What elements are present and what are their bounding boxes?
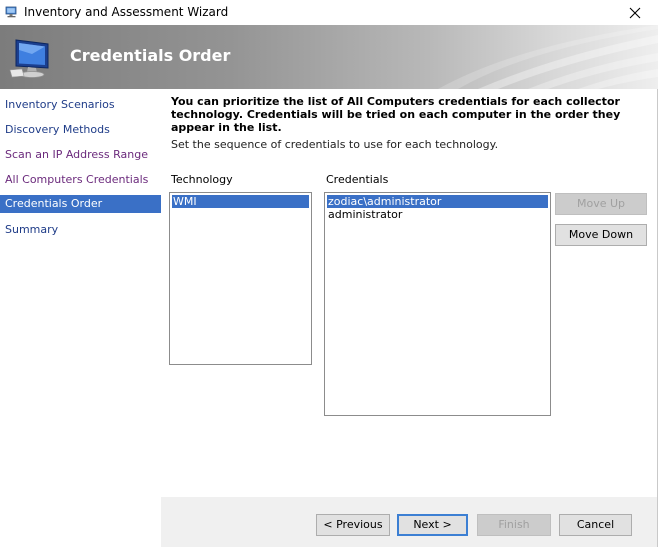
nav-item-all-computers-credentials[interactable]: All Computers Credentials [0,171,161,189]
nav-item-scan-ip-range[interactable]: Scan an IP Address Range [0,146,161,164]
close-icon [629,7,641,19]
instruction-text: Set the sequence of credentials to use f… [171,138,499,151]
nav-item-inventory-scenarios[interactable]: Inventory Scenarios [0,96,161,114]
wizard-step-nav: Inventory Scenarios Discovery Methods Sc… [0,89,161,547]
close-button[interactable] [618,1,652,24]
nav-item-summary[interactable]: Summary [0,221,161,239]
list-item-credential[interactable]: zodiac\administrator [327,195,548,208]
list-item-credential[interactable]: administrator [327,208,548,221]
computer-monitor-icon [9,39,49,78]
credentials-listbox[interactable]: zodiac\administrator administrator [324,192,551,416]
nav-item-credentials-order[interactable]: Credentials Order [0,195,161,213]
header-banner: Credentials Order [0,25,658,89]
move-up-button[interactable]: Move Up [555,193,647,215]
technology-label: Technology [171,173,233,186]
title-bar[interactable]: Inventory and Assessment Wizard [0,0,658,25]
nav-item-discovery-methods[interactable]: Discovery Methods [0,121,161,139]
window-title: Inventory and Assessment Wizard [24,5,229,19]
page-title: Credentials Order [70,46,231,65]
banner-decoration [438,25,658,89]
next-button[interactable]: Next > [397,514,468,536]
app-icon [5,6,17,18]
content-pane: You can prioritize the list of All Compu… [161,89,657,497]
move-down-button[interactable]: Move Down [555,224,647,246]
wizard-footer: < Previous Next > Finish Cancel [161,497,657,547]
finish-button[interactable]: Finish [477,514,551,536]
credentials-label: Credentials [326,173,389,186]
wizard-window: Inventory and Assessment Wizard Credenti… [0,0,658,547]
list-item-technology[interactable]: WMI [172,195,309,208]
technology-listbox[interactable]: WMI [169,192,312,365]
previous-button[interactable]: < Previous [316,514,390,536]
cancel-button[interactable]: Cancel [559,514,632,536]
intro-text: You can prioritize the list of All Compu… [171,95,621,134]
